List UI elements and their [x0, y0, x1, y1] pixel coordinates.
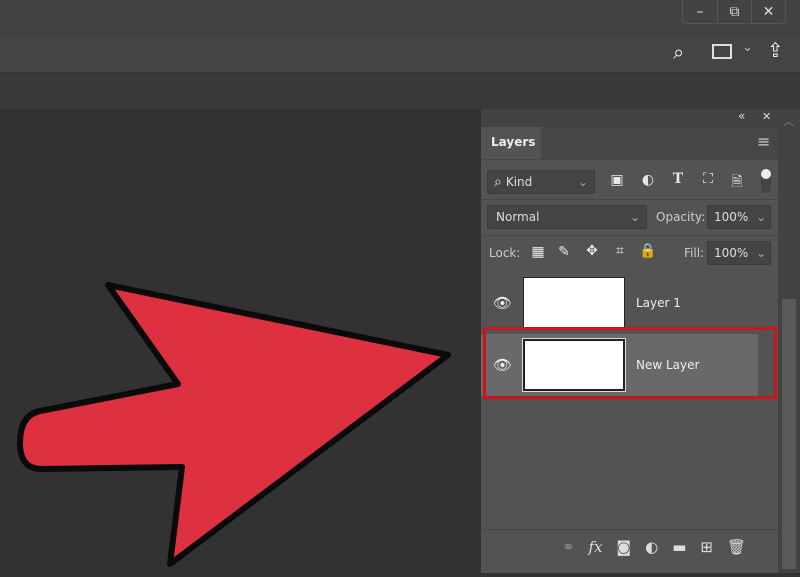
fx-icon[interactable]: fx: [589, 538, 603, 556]
chevron-down-icon[interactable]: ⌄: [742, 40, 753, 55]
new-group-icon[interactable]: ▬: [672, 538, 686, 556]
fill-label: Fill:: [684, 246, 705, 260]
chevron-down-icon: ⌄: [577, 175, 588, 189]
red-arrow-shape: [17, 282, 451, 567]
lock-row: Lock: ▦ ✎ ✥ ⌗ 🔒 Fill: 100% ⌄: [481, 235, 778, 269]
layer-name: Layer 1: [636, 296, 681, 310]
filter-row: ⌕ Kind ⌄ ▣ ◐ T ⛶ 🗎: [481, 159, 778, 195]
trash-icon[interactable]: 🗑: [727, 538, 746, 556]
panel-bottom-bar: ⚭ fx ◙ ◐ ▬ ⊞ 🗑: [481, 529, 778, 563]
highlight-box: [483, 327, 777, 399]
panel-menu-icon[interactable]: ≡: [757, 132, 770, 151]
lock-label: Lock:: [489, 246, 521, 260]
layer-thumbnail: [523, 277, 625, 329]
type-filter-icon[interactable]: T: [668, 171, 688, 187]
lock-all-icon[interactable]: 🔒: [638, 243, 658, 259]
scroll-up-icon[interactable]: ︿: [783, 113, 794, 129]
close-button[interactable]: ✕: [751, 0, 785, 23]
panel-tab-row: Layers ≡: [481, 127, 778, 159]
canvas[interactable]: [0, 109, 481, 573]
adjustment-filter-icon[interactable]: ◐: [638, 172, 658, 188]
window-controls: – ⧉ ✕: [682, 0, 786, 24]
lock-transparent-icon[interactable]: ▦: [528, 244, 548, 260]
add-mask-icon[interactable]: ◙: [617, 538, 632, 556]
shape-filter-icon[interactable]: ⛶: [698, 171, 718, 187]
tab-layers[interactable]: Layers: [481, 127, 541, 159]
chevron-down-icon[interactable]: ⌄: [756, 246, 766, 260]
opacity-value: 100%: [714, 210, 749, 224]
panel-header: « ✕: [481, 109, 778, 127]
smart-object-filter-icon[interactable]: 🗎: [727, 171, 747, 195]
scroll-thumb[interactable]: [782, 299, 796, 569]
blend-mode-value: Normal: [496, 210, 540, 224]
opacity-label: Opacity:: [656, 210, 706, 224]
chevron-down-icon[interactable]: ⌄: [756, 210, 766, 224]
close-panel-icon[interactable]: ✕: [762, 110, 771, 123]
adjustment-layer-icon[interactable]: ◐: [645, 538, 658, 556]
fill-input[interactable]: 100% ⌄: [707, 241, 771, 265]
opacity-input[interactable]: 100% ⌄: [707, 205, 771, 229]
title-bar: – ⧉ ✕: [0, 0, 800, 33]
new-layer-icon[interactable]: ⊞: [700, 538, 713, 556]
link-layers-icon[interactable]: ⚭: [562, 538, 575, 556]
layers-panel: « ✕ Layers ≡ ⌕ Kind ⌄ ▣ ◐ T ⛶ 🗎 Normal ⌄…: [481, 109, 778, 573]
options-bar: ⌕ ⌄ ⇪: [0, 33, 800, 73]
filter-toggle[interactable]: [761, 169, 771, 193]
kind-label: Kind: [505, 175, 533, 189]
scrollbar[interactable]: ︿: [778, 109, 800, 573]
blend-mode-select[interactable]: Normal ⌄: [487, 205, 647, 229]
lock-brush-icon[interactable]: ✎: [554, 244, 574, 260]
layer-row[interactable]: 👁 Layer 1: [481, 272, 758, 334]
pixel-filter-icon[interactable]: ▣: [607, 172, 627, 188]
fill-value: 100%: [714, 246, 749, 260]
search-icon: ⌕: [494, 174, 502, 190]
minimize-button[interactable]: –: [683, 0, 717, 23]
blend-row: Normal ⌄ Opacity: 100% ⌄: [481, 199, 778, 233]
kind-filter-select[interactable]: ⌕ Kind ⌄: [487, 170, 595, 194]
eye-icon[interactable]: 👁: [493, 294, 512, 312]
search-icon[interactable]: ⌕: [673, 40, 684, 64]
chevron-down-icon: ⌄: [629, 210, 640, 224]
collapse-icon[interactable]: «: [738, 109, 745, 123]
share-icon[interactable]: ⇪: [767, 38, 784, 62]
tab-strip: [0, 73, 800, 109]
lock-artboard-icon[interactable]: ⌗: [610, 243, 630, 259]
restore-button[interactable]: ⧉: [717, 0, 751, 23]
lock-position-icon[interactable]: ✥: [582, 243, 602, 259]
workspace-icon[interactable]: [712, 44, 732, 59]
